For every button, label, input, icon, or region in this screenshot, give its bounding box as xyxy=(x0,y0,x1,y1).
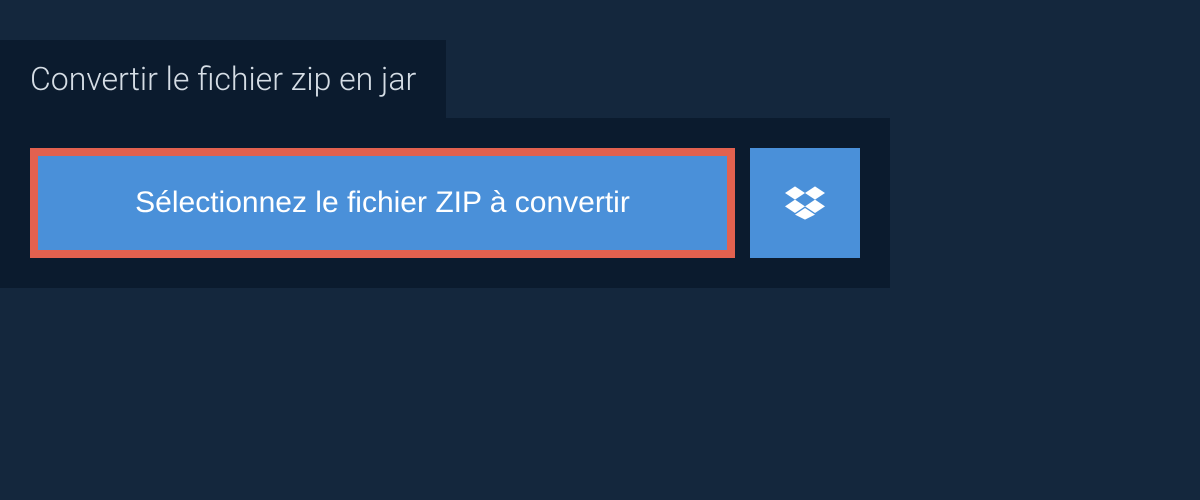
dropbox-button[interactable] xyxy=(750,148,860,258)
upload-panel: Sélectionnez le fichier ZIP à convertir xyxy=(0,118,890,288)
select-file-button[interactable]: Sélectionnez le fichier ZIP à convertir xyxy=(30,148,735,258)
tab-header: Convertir le fichier zip en jar xyxy=(0,40,446,118)
dropbox-icon xyxy=(785,183,825,223)
select-file-label: Sélectionnez le fichier ZIP à convertir xyxy=(135,186,630,220)
page-title: Convertir le fichier zip en jar xyxy=(30,60,416,98)
